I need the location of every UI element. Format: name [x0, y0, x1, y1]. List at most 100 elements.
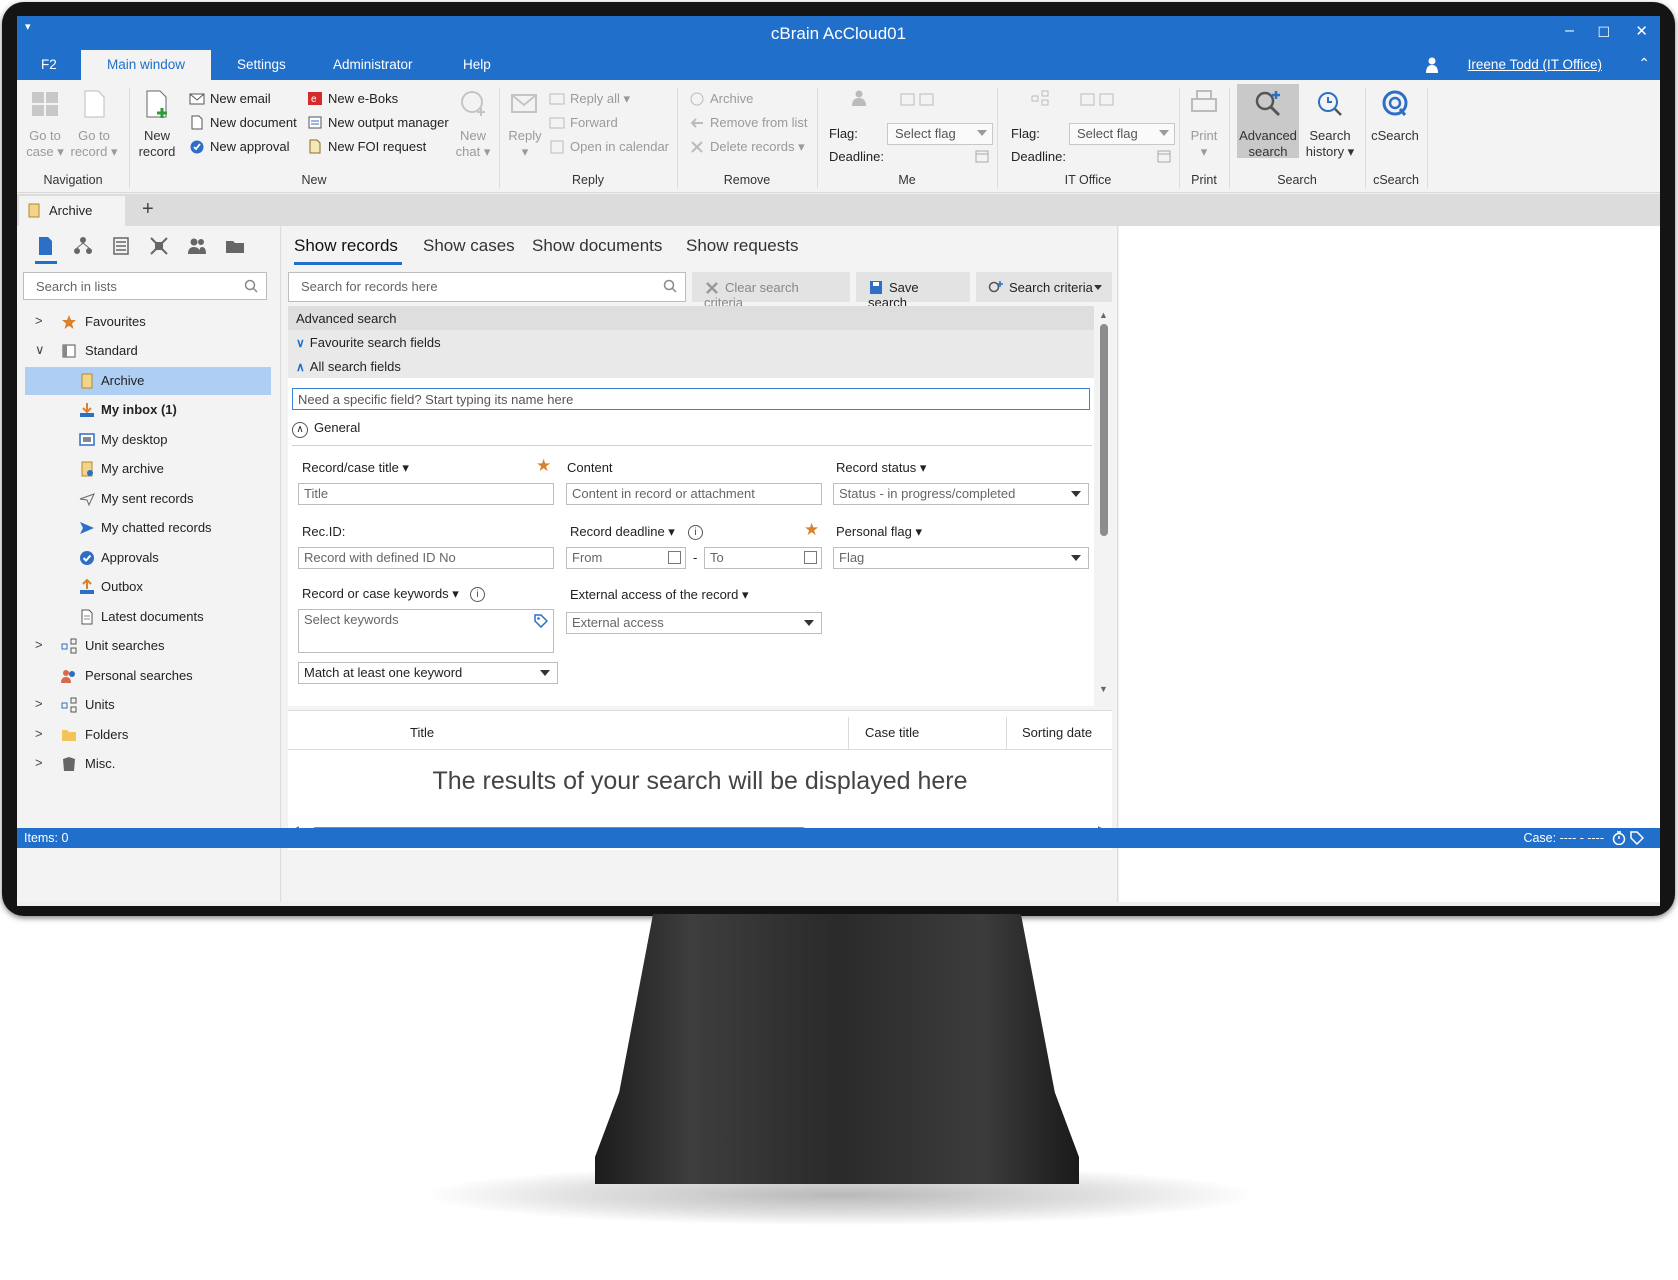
save-search-button[interactable]: Save search [856, 272, 970, 310]
print-button[interactable]: Print ▾ [1183, 88, 1225, 160]
tree-approvals[interactable]: Approvals [25, 544, 271, 572]
calendar-icon[interactable] [804, 551, 817, 564]
clear-search-criteria-button[interactable]: Clear search criteria [692, 272, 850, 310]
go-to-case-button[interactable]: Go to case ▾ [25, 88, 65, 160]
tree-favourites[interactable]: > Favourites [25, 308, 271, 336]
new-email-button[interactable]: New email [189, 91, 271, 106]
favourite-star-icon[interactable]: ★ [536, 456, 551, 476]
csearch-button[interactable]: cSearch [1369, 88, 1421, 144]
office-flag-select[interactable]: Select flag [1069, 123, 1175, 145]
search-history-button[interactable]: Search history ▾ [1301, 88, 1359, 160]
rec-id-input[interactable]: Record with defined ID No [298, 547, 554, 569]
favourite-star-icon[interactable]: ★ [804, 520, 819, 540]
advanced-search-button[interactable]: Advanced search [1237, 88, 1299, 160]
minimize-button[interactable]: – [1565, 22, 1574, 40]
column-separator[interactable] [1006, 717, 1007, 749]
new-eboks-button[interactable]: e New e-Boks [307, 91, 398, 106]
maximize-button[interactable]: ☐ [1597, 24, 1610, 41]
expand-icon[interactable]: > [35, 696, 43, 711]
column-sorting-date[interactable]: Sorting date [1022, 725, 1092, 740]
cases-icon[interactable] [73, 236, 93, 256]
tree-unit-searches[interactable]: > Unit searches [25, 632, 271, 660]
info-icon[interactable]: i [688, 525, 703, 540]
menu-help[interactable]: Help [463, 57, 491, 72]
all-search-fields-toggle[interactable]: ∧ All search fields [288, 354, 1094, 378]
folder-open-icon[interactable] [225, 236, 245, 256]
deadline-to-input[interactable]: To [704, 547, 822, 569]
content-input[interactable]: Content in record or attachment [566, 483, 822, 505]
timer-icon[interactable] [1612, 831, 1626, 845]
new-chat-button[interactable]: New chat ▾ [451, 88, 495, 160]
general-section-toggle[interactable]: ∧ General [292, 420, 360, 438]
tab-show-cases[interactable]: Show cases [423, 236, 515, 256]
archive-button[interactable]: Archive [689, 91, 753, 106]
calendar-icon[interactable] [975, 149, 989, 163]
tree-latest-documents[interactable]: Latest documents [25, 603, 271, 631]
tree-personal-searches[interactable]: Personal searches [25, 662, 271, 690]
tree-my-desktop[interactable]: My desktop [25, 426, 271, 454]
new-record-button[interactable]: New record [135, 88, 179, 160]
external-access-select[interactable]: External access [566, 612, 822, 634]
tree-misc[interactable]: > Misc. [25, 750, 271, 778]
delete-records-button[interactable]: Delete records ▾ [689, 139, 805, 155]
new-document-button[interactable]: New document [189, 115, 297, 130]
tree-my-archive[interactable]: My archive [25, 455, 271, 483]
forward-button[interactable]: Forward [549, 115, 618, 130]
field-search-input[interactable]: Need a specific field? Start typing its … [292, 388, 1090, 410]
record-search-input[interactable]: Search for records here [288, 272, 686, 302]
expand-icon[interactable]: > [35, 755, 43, 770]
keywords-input[interactable]: Select keywords [298, 609, 554, 653]
list-search-input[interactable]: Search in lists [23, 272, 267, 300]
tab-show-records[interactable]: Show records [294, 236, 398, 256]
tab-show-requests[interactable]: Show requests [686, 236, 798, 256]
open-in-calendar-button[interactable]: Open in calendar [549, 139, 669, 154]
tree-archive[interactable]: Archive [25, 367, 271, 395]
new-output-manager-button[interactable]: New output manager [307, 115, 449, 130]
new-foi-request-button[interactable]: New FOI request [307, 139, 426, 154]
tree-folders[interactable]: > Folders [25, 721, 271, 749]
add-tab-button[interactable]: + [142, 198, 154, 221]
reply-all-button[interactable]: Reply all ▾ [549, 91, 630, 107]
list-icon[interactable] [111, 236, 131, 256]
column-case-title[interactable]: Case title [865, 725, 919, 740]
records-icon[interactable] [35, 236, 55, 256]
tree-units[interactable]: > Units [25, 691, 271, 719]
menu-f2[interactable]: F2 [41, 57, 57, 72]
calendar-icon[interactable] [1157, 149, 1171, 163]
collapse-icon[interactable]: ∨ [35, 342, 45, 358]
record-status-label[interactable]: Record status ▾ [836, 460, 926, 476]
search-criteria-button[interactable]: Search criteria [976, 272, 1112, 302]
tab-archive[interactable]: Archive [19, 196, 125, 226]
keyword-match-select[interactable]: Match at least one keyword [298, 662, 558, 684]
deadline-from-input[interactable]: From [566, 547, 686, 569]
expand-icon[interactable]: > [35, 637, 43, 652]
external-access-label[interactable]: External access of the record ▾ [570, 587, 749, 603]
tree-my-sent-records[interactable]: My sent records [25, 485, 271, 513]
scroll-up-arrow[interactable]: ▲ [1099, 310, 1108, 320]
user-link[interactable]: Ireene Todd (IT Office) [1468, 57, 1602, 72]
column-separator[interactable] [848, 717, 849, 749]
column-title[interactable]: Title [410, 725, 434, 740]
record-status-select[interactable]: Status - in progress/completed [833, 483, 1089, 505]
expand-icon[interactable]: > [35, 313, 43, 328]
record-title-label[interactable]: Record/case title ▾ [302, 460, 409, 476]
new-approval-button[interactable]: New approval [189, 139, 290, 154]
go-to-record-button[interactable]: Go to record ▾ [69, 88, 119, 160]
reply-button[interactable]: Reply ▾ [505, 88, 545, 160]
personal-flag-select[interactable]: Flag [833, 547, 1089, 569]
info-icon[interactable]: i [470, 587, 485, 602]
favourite-search-fields-toggle[interactable]: ∨ Favourite search fields [288, 330, 1094, 354]
menu-main-window[interactable]: Main window [81, 50, 212, 80]
tree-outbox[interactable]: Outbox [25, 573, 271, 601]
tag-icon[interactable] [1630, 831, 1644, 845]
title-input[interactable]: Title [298, 483, 554, 505]
vertical-scrollbar-thumb[interactable] [1100, 324, 1108, 536]
contacts-icon[interactable] [187, 236, 207, 256]
scroll-down-arrow[interactable]: ▼ [1099, 684, 1108, 694]
close-button[interactable]: ✕ [1635, 22, 1648, 40]
tree-my-chatted-records[interactable]: My chatted records [25, 514, 271, 542]
record-deadline-label[interactable]: Record deadline ▾ [570, 524, 675, 540]
remove-from-list-button[interactable]: Remove from list [689, 115, 808, 130]
calendar-icon[interactable] [668, 551, 681, 564]
expand-icon[interactable]: > [35, 726, 43, 741]
